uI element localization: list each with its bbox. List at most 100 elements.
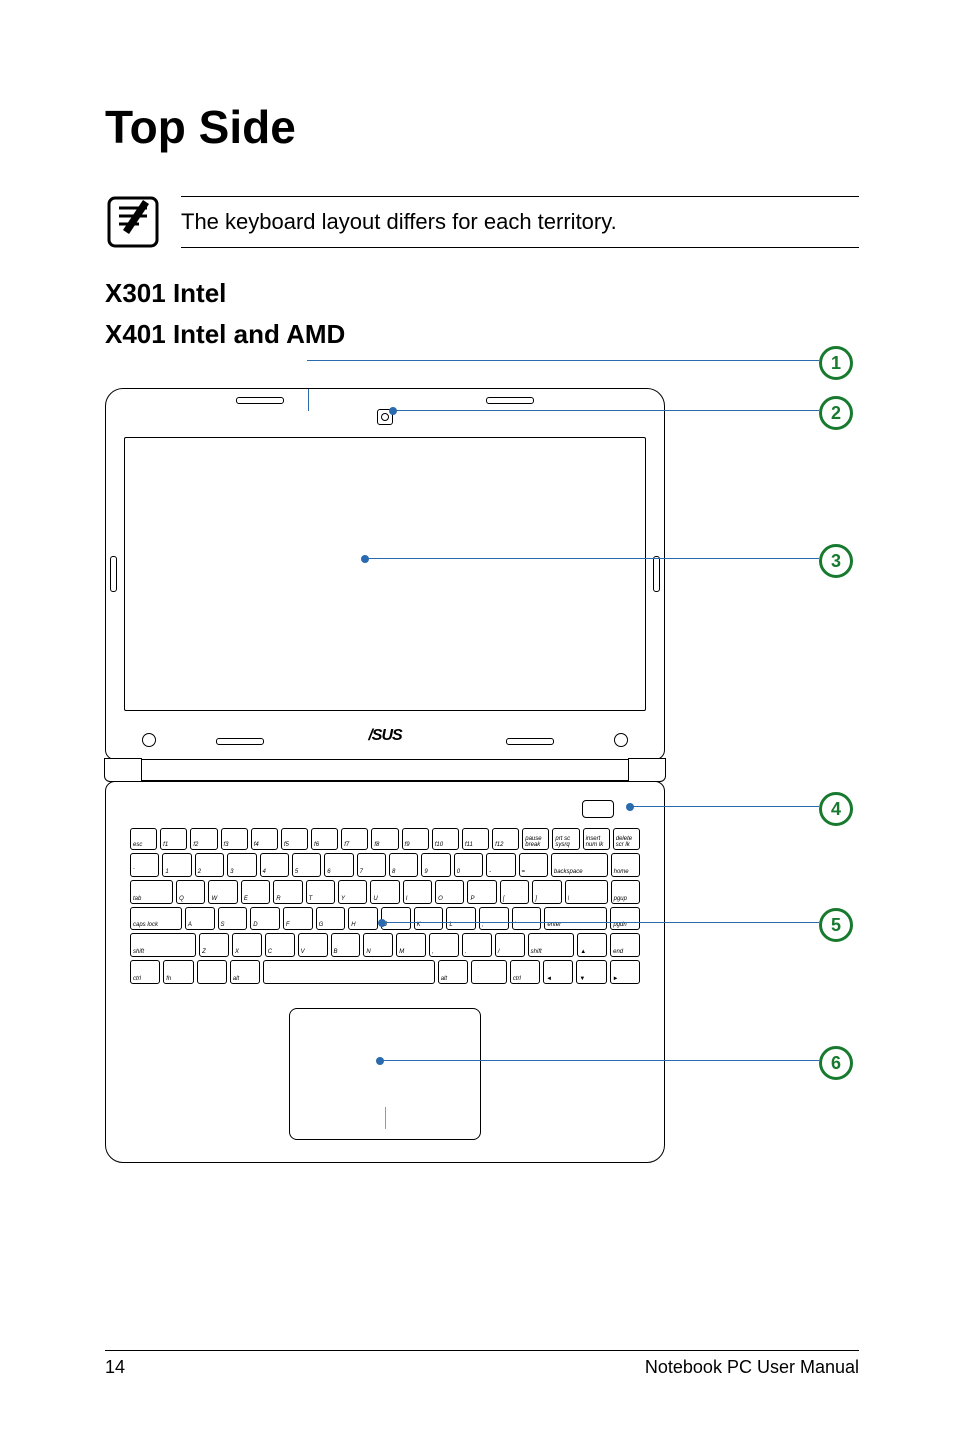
- key: F: [283, 907, 313, 931]
- laptop-diagram: /SUS escf1f2f3f4f5f6f7f8f9f10f11f12pause…: [105, 360, 853, 1150]
- key: insert num lk: [583, 828, 610, 850]
- key: esc: [130, 828, 157, 850]
- key: pgup: [611, 880, 640, 904]
- key: f6: [311, 828, 338, 850]
- key: K: [414, 907, 444, 931]
- key: f1: [160, 828, 187, 850]
- key: f5: [281, 828, 308, 850]
- subheading-x301: X301 Intel: [105, 278, 859, 309]
- laptop-base: escf1f2f3f4f5f6f7f8f9f10f11f12pause brea…: [105, 781, 665, 1163]
- key: backspace: [551, 853, 608, 877]
- key: 0: [454, 853, 483, 877]
- key: O: [435, 880, 464, 904]
- key: L: [446, 907, 476, 931]
- key: U: [370, 880, 399, 904]
- key: -: [486, 853, 515, 877]
- key: ▲: [577, 933, 607, 957]
- key: E: [241, 880, 270, 904]
- display-area: [124, 437, 646, 711]
- key: 4: [260, 853, 289, 877]
- key: ▼: [576, 960, 606, 984]
- key: D: [250, 907, 280, 931]
- key: I: [403, 880, 432, 904]
- key: shift: [528, 933, 575, 957]
- key: shift: [130, 933, 196, 957]
- key: pgdn: [610, 907, 640, 931]
- key: 9: [421, 853, 450, 877]
- key: ctrl: [510, 960, 540, 984]
- page-footer: 14 Notebook PC User Manual: [105, 1350, 859, 1378]
- callout-1: 1: [819, 346, 853, 380]
- key: `: [130, 853, 159, 877]
- key: /: [495, 933, 525, 957]
- callout-4: 4: [819, 792, 853, 826]
- power-button: [582, 800, 614, 818]
- key: 2: [195, 853, 224, 877]
- key: R: [273, 880, 302, 904]
- callout-5: 5: [819, 908, 853, 942]
- key: 8: [389, 853, 418, 877]
- key: .: [462, 933, 492, 957]
- hinge: [115, 760, 655, 781]
- key: [263, 960, 435, 984]
- key: A: [185, 907, 215, 931]
- key: f12: [492, 828, 519, 850]
- key: C: [265, 933, 295, 957]
- key: 7: [357, 853, 386, 877]
- key: 1: [162, 853, 191, 877]
- key: [471, 960, 507, 984]
- callout-3: 3: [819, 544, 853, 578]
- callout-6: 6: [819, 1046, 853, 1080]
- key: 6: [324, 853, 353, 877]
- note-icon: [105, 194, 161, 250]
- key: 5: [292, 853, 321, 877]
- key: B: [331, 933, 361, 957]
- key: X: [232, 933, 262, 957]
- page-number: 14: [105, 1357, 125, 1378]
- key: Z: [199, 933, 229, 957]
- key: tab: [130, 880, 173, 904]
- key: S: [218, 907, 248, 931]
- key: home: [611, 853, 640, 877]
- subheading-x401: X401 Intel and AMD: [105, 319, 859, 350]
- key: delete scr lk: [613, 828, 640, 850]
- key: ;: [479, 907, 509, 931]
- key: f8: [371, 828, 398, 850]
- key: fn: [163, 960, 193, 984]
- key: caps lock: [130, 907, 182, 931]
- key: M: [396, 933, 426, 957]
- key: N: [363, 933, 393, 957]
- key: f3: [221, 828, 248, 850]
- key: \: [565, 880, 608, 904]
- key: ': [512, 907, 542, 931]
- page-title: Top Side: [105, 100, 859, 154]
- key: H: [348, 907, 378, 931]
- note-row: The keyboard layout differs for each ter…: [105, 194, 859, 250]
- key: ,: [429, 933, 459, 957]
- laptop-screen-panel: /SUS: [105, 388, 665, 760]
- key: [197, 960, 227, 984]
- key: f4: [251, 828, 278, 850]
- key: alt: [230, 960, 260, 984]
- key: alt: [438, 960, 468, 984]
- key: enter: [544, 907, 607, 931]
- touchpad: [289, 1008, 481, 1140]
- key: J: [381, 907, 411, 931]
- key: f2: [190, 828, 217, 850]
- key: end: [610, 933, 640, 957]
- key: =: [519, 853, 548, 877]
- key: f10: [432, 828, 459, 850]
- note-text: The keyboard layout differs for each ter…: [181, 196, 859, 248]
- asus-logo: /SUS: [368, 727, 401, 745]
- key: [: [500, 880, 529, 904]
- key: Y: [338, 880, 367, 904]
- keyboard: escf1f2f3f4f5f6f7f8f9f10f11f12pause brea…: [130, 828, 640, 984]
- key: ►: [610, 960, 640, 984]
- key: V: [298, 933, 328, 957]
- key: ]: [532, 880, 561, 904]
- key: Q: [176, 880, 205, 904]
- callout-2: 2: [819, 396, 853, 430]
- key: pause break: [522, 828, 549, 850]
- key: T: [306, 880, 335, 904]
- key: f7: [341, 828, 368, 850]
